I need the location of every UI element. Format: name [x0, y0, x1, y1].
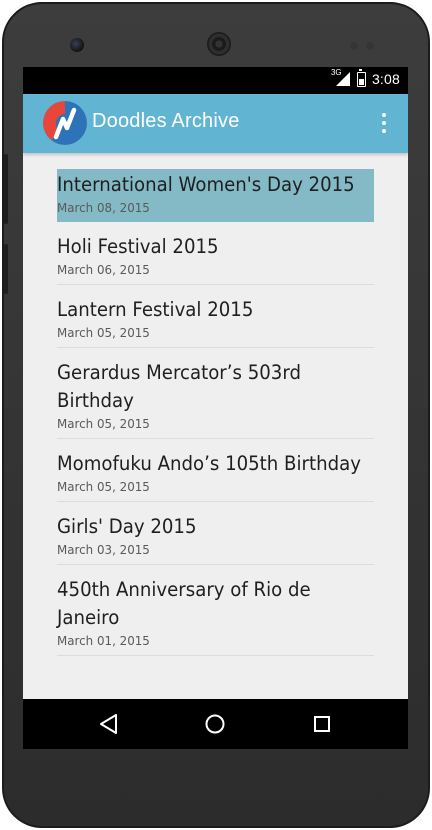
doodle-date: March 05, 2015 — [57, 479, 150, 494]
app-bar: Doodles Archive — [23, 94, 408, 153]
doodle-date: March 06, 2015 — [57, 262, 150, 277]
proximity-sensor — [350, 42, 358, 50]
doodle-title: Lantern Festival 2015 — [57, 298, 254, 321]
doodle-title: 450th Anniversary of Rio de Janeiro — [57, 578, 311, 629]
doodle-date: March 05, 2015 — [57, 325, 150, 340]
row-gap — [57, 502, 374, 511]
doodle-date: March 03, 2015 — [57, 542, 150, 557]
front-camera — [70, 38, 84, 52]
doodle-list-item[interactable]: Momofuku Ando’s 105th Birthday March 05, … — [57, 448, 374, 502]
screen: 3G 3:08 Doodles Archive International Wo… — [23, 67, 408, 749]
light-sensor — [366, 42, 374, 50]
doodle-list-item[interactable]: Holi Festival 2015 March 06, 2015 — [57, 231, 374, 285]
overflow-menu-icon[interactable] — [374, 111, 394, 135]
row-gap — [57, 565, 374, 574]
doodle-list-item[interactable]: Lantern Festival 2015 March 05, 2015 — [57, 294, 374, 348]
battery-icon — [356, 68, 366, 87]
app-title: Doodles Archive — [92, 110, 240, 132]
row-gap — [57, 222, 374, 231]
doodles-logo-icon — [43, 101, 87, 145]
doodle-list-item[interactable]: Gerardus Mercator’s 503rd Birthday March … — [57, 357, 374, 439]
doodle-title: Gerardus Mercator’s 503rd Birthday — [57, 361, 301, 412]
status-bar: 3G 3:08 — [23, 67, 408, 94]
doodle-list-item[interactable]: International Women's Day 2015 March 08, … — [57, 169, 374, 222]
back-triangle-icon[interactable] — [97, 712, 121, 736]
status-time: 3:08 — [371, 71, 400, 87]
row-gap — [57, 348, 374, 357]
recents-square-icon[interactable] — [310, 712, 334, 736]
row-gap — [57, 439, 374, 448]
row-gap — [57, 285, 374, 294]
network-type: 3G — [330, 68, 342, 77]
doodle-date: March 05, 2015 — [57, 416, 150, 431]
doodle-date: March 01, 2015 — [57, 633, 150, 648]
doodle-list-item[interactable]: 450th Anniversary of Rio de Janeiro March… — [57, 574, 374, 656]
doodle-list-item[interactable]: Girls' Day 2015 March 03, 2015 — [57, 511, 374, 565]
home-circle-icon[interactable] — [203, 712, 227, 736]
power-button — [4, 244, 8, 294]
earpiece-speaker — [207, 32, 231, 56]
signal-icon: 3G — [330, 68, 351, 87]
doodle-title: Holi Festival 2015 — [57, 235, 219, 258]
row-gap — [57, 656, 374, 665]
volume-button — [4, 154, 8, 224]
navigation-bar — [23, 699, 408, 749]
doodle-title: International Women's Day 2015 — [57, 173, 355, 196]
doodle-title: Momofuku Ando’s 105th Birthday — [57, 452, 361, 475]
status-icons: 3G 3:08 — [330, 68, 400, 87]
doodle-list: International Women's Day 2015 March 08, … — [57, 169, 374, 665]
doodle-title: Girls' Day 2015 — [57, 515, 197, 538]
doodle-date: March 08, 2015 — [57, 200, 150, 215]
